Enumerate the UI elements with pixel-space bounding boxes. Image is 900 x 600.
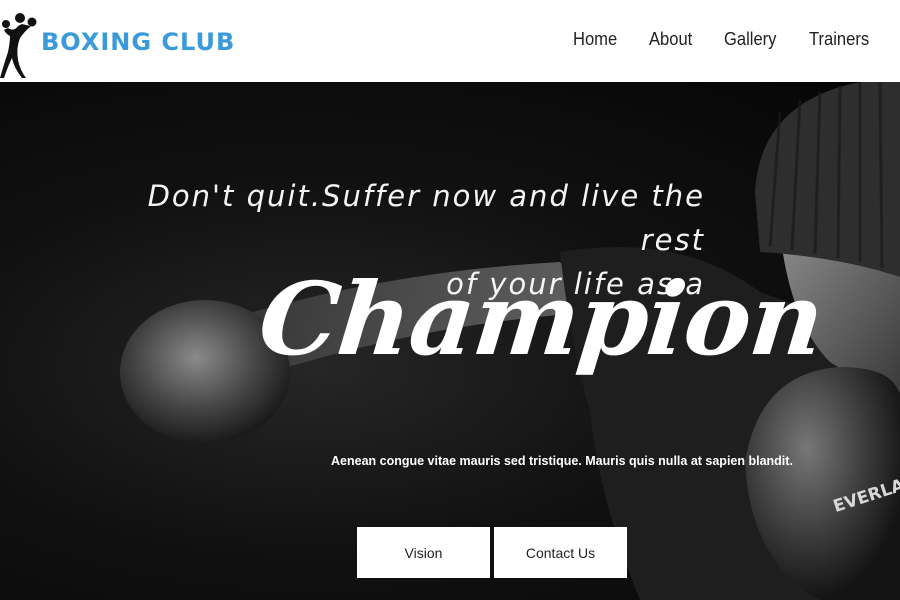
- nav-item-gallery[interactable]: Gallery: [724, 29, 776, 50]
- logo[interactable]: BOXING CLUB: [0, 8, 234, 78]
- main-nav: Home About Gallery Trainers Ne: [573, 29, 900, 50]
- nav-item-trainers[interactable]: Trainers: [809, 29, 869, 50]
- boxer-icon: [0, 13, 37, 78]
- site-header: BOXING CLUB Home About Gallery Trainers …: [0, 0, 900, 82]
- nav-item-home[interactable]: Home: [573, 29, 617, 50]
- nav-item-about[interactable]: About: [649, 29, 692, 50]
- contact-us-button[interactable]: Contact Us: [494, 527, 627, 578]
- hero-headline: Champion: [253, 260, 829, 378]
- quote-line-1: Don't quit.Suffer now and live the rest: [147, 179, 705, 257]
- hero-banner: EVERLAST Don't quit.Suffer now and live …: [0, 82, 900, 600]
- vision-button[interactable]: Vision: [357, 527, 490, 578]
- hero-subtitle: Aenean congue vitae mauris sed tristique…: [331, 454, 793, 468]
- brand-name: BOXING CLUB: [41, 28, 236, 56]
